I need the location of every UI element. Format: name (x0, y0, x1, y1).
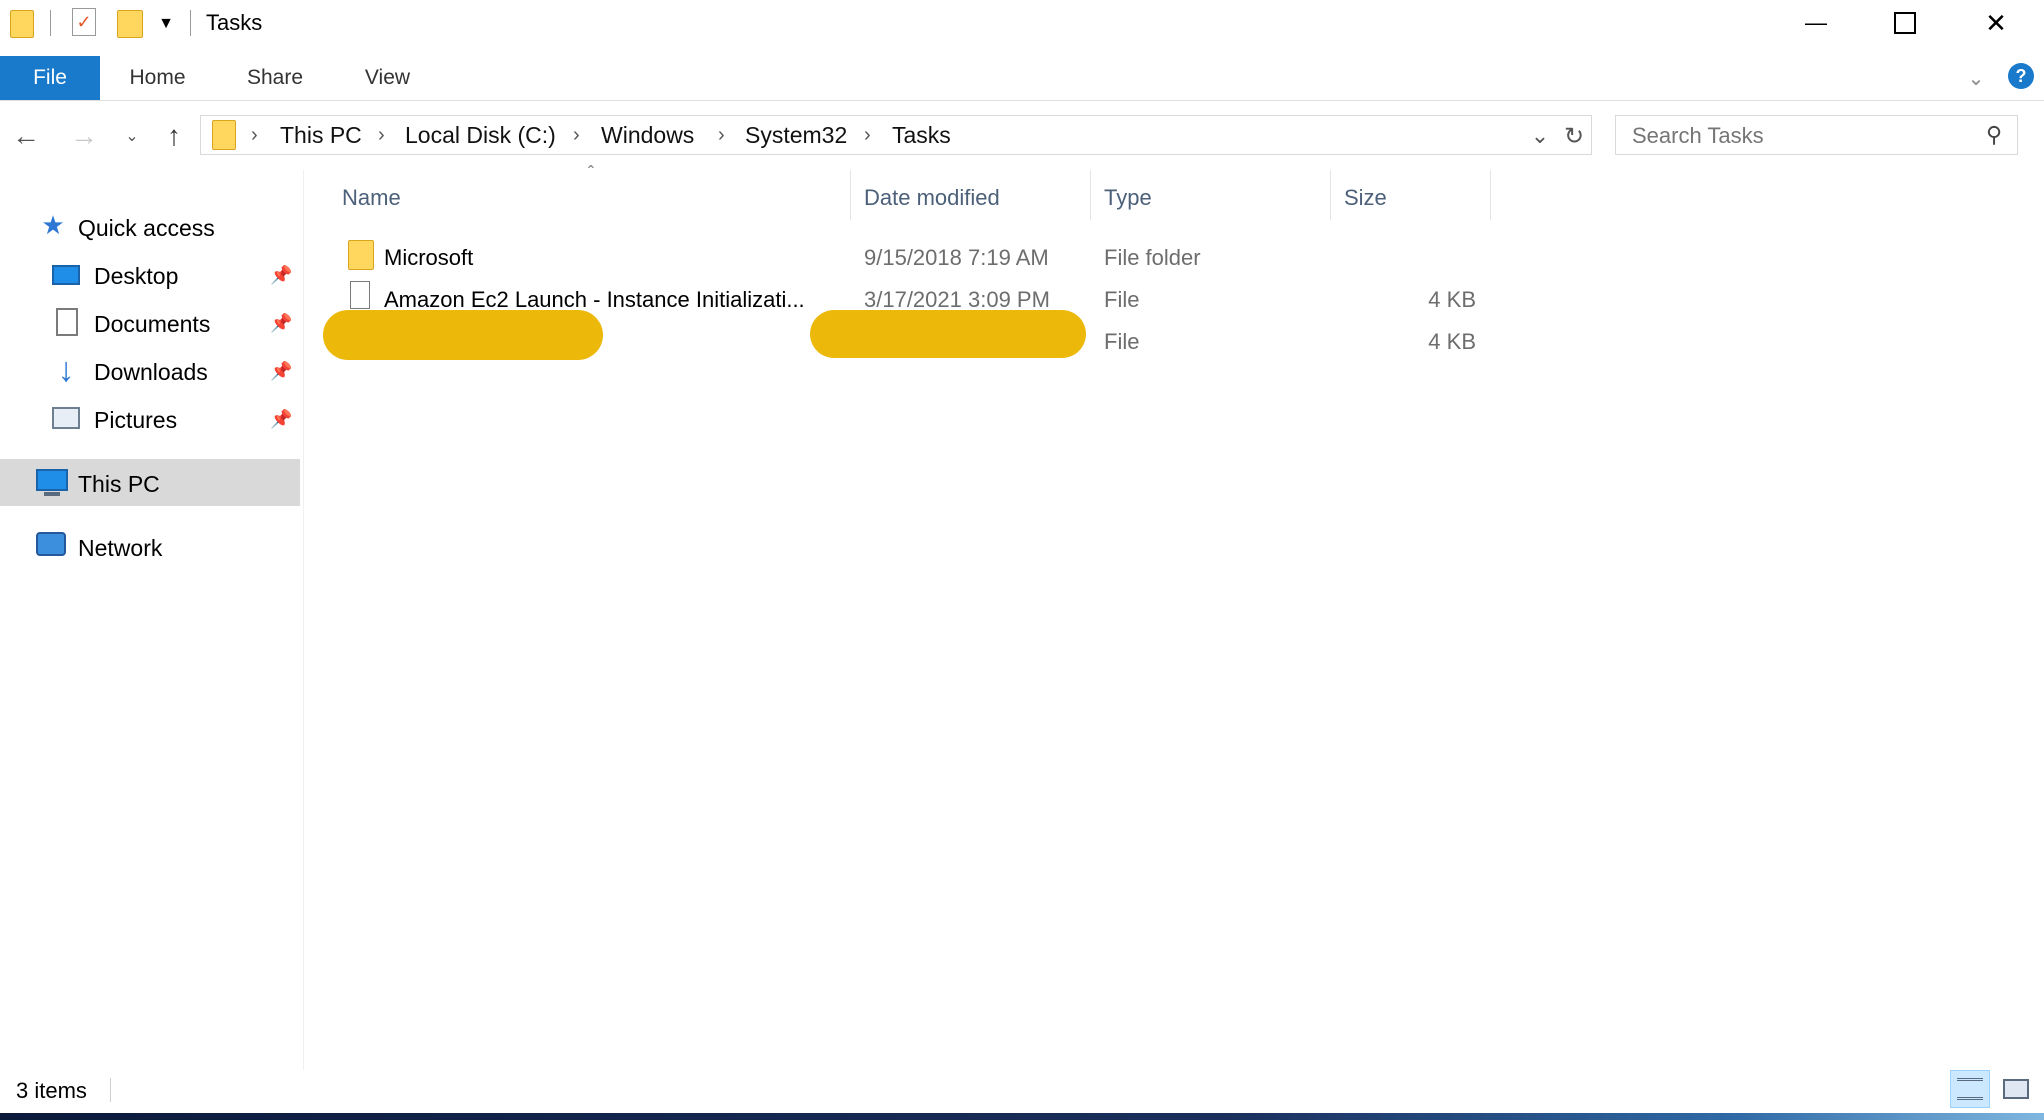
divider (50, 10, 51, 36)
breadcrumb-system32[interactable]: System32 (745, 122, 847, 149)
forward-button[interactable]: → (66, 118, 102, 154)
file-date: 9/15/2018 7:19 AM (864, 245, 1049, 270)
breadcrumb-tasks[interactable]: Tasks (892, 122, 951, 149)
refresh-icon[interactable]: ↻ (1558, 118, 1590, 154)
new-folder-icon[interactable] (117, 10, 143, 38)
search-box[interactable]: ⚲ (1615, 115, 2018, 155)
column-separator[interactable] (850, 170, 851, 220)
breadcrumb-windows[interactable]: Windows (601, 122, 694, 149)
title-bar: ✓ ▼ Tasks — ✕ (0, 0, 2044, 46)
redaction-mark (323, 310, 603, 360)
breadcrumb-local-disk[interactable]: Local Disk (C:) (405, 122, 556, 149)
help-icon[interactable]: ? (2008, 63, 2034, 89)
column-separator[interactable] (1090, 170, 1091, 220)
address-dropdown-icon[interactable]: ⌄ (1524, 118, 1556, 154)
tab-share[interactable]: Share (230, 56, 320, 100)
file-type: File (1104, 287, 1140, 312)
divider (110, 1078, 111, 1102)
quick-access-star-icon: ★ (41, 209, 65, 240)
up-button[interactable]: ↑ (158, 118, 190, 154)
chevron-right-icon[interactable]: › (573, 124, 580, 147)
search-icon[interactable]: ⚲ (1979, 120, 2009, 150)
nav-this-pc[interactable]: This PC (0, 459, 300, 506)
maximize-icon (1894, 12, 1916, 34)
file-type: File (1104, 329, 1140, 354)
details-view-icon (1957, 1078, 1983, 1100)
column-separator[interactable] (1490, 170, 1491, 220)
properties-icon[interactable]: ✓ (72, 8, 96, 36)
file-name: Microsoft (384, 245, 474, 270)
column-header-size[interactable]: Size (1344, 185, 1387, 211)
file-icon (350, 281, 370, 309)
maximize-button[interactable] (1861, 0, 1949, 46)
folder-icon (348, 240, 374, 270)
pane-divider[interactable] (303, 170, 304, 1070)
sort-ascending-icon: ˆ (588, 162, 594, 183)
recent-locations-button[interactable]: ⌄ (120, 120, 144, 152)
file-type: File folder (1104, 245, 1201, 270)
tab-home[interactable]: Home (110, 56, 205, 100)
divider (190, 10, 191, 36)
back-button[interactable]: ← (8, 118, 44, 154)
documents-icon (56, 308, 78, 336)
close-button[interactable]: ✕ (1952, 0, 2040, 46)
column-header-type[interactable]: Type (1104, 185, 1152, 211)
nav-label-desktop: Desktop (94, 263, 179, 289)
column-header-name[interactable]: Name (342, 185, 401, 211)
location-folder-icon (212, 120, 236, 150)
file-size: 4 KB (1428, 329, 1476, 354)
expand-ribbon-icon[interactable]: ⌄ (1962, 64, 1990, 92)
nav-label-network: Network (78, 535, 163, 561)
large-icons-view-button[interactable] (1996, 1070, 2036, 1108)
nav-label-pictures: Pictures (94, 407, 178, 433)
nav-label-documents: Documents (94, 311, 211, 337)
nav-documents[interactable]: Documents 📌 (0, 300, 300, 346)
nav-network[interactable]: Network (0, 524, 300, 570)
nav-quick-access[interactable]: ★ Quick access (0, 204, 300, 250)
pin-icon[interactable]: 📌 (270, 361, 292, 382)
nav-downloads[interactable]: ↓ Downloads 📌 (0, 348, 300, 394)
details-view-button[interactable] (1950, 1070, 1990, 1108)
item-count: 3 items (16, 1078, 87, 1103)
nav-pictures[interactable]: Pictures 📌 (0, 396, 300, 442)
chevron-right-icon[interactable]: › (718, 124, 725, 147)
file-size: 4 KB (1428, 287, 1476, 312)
pin-icon[interactable]: 📌 (270, 313, 292, 334)
large-icons-view-icon (2003, 1079, 2029, 1099)
tab-file[interactable]: File (0, 56, 100, 100)
column-header-date[interactable]: Date modified (864, 185, 1000, 211)
window-title: Tasks (206, 10, 263, 35)
pictures-icon (52, 407, 80, 429)
tab-view[interactable]: View (345, 56, 430, 100)
taskbar-edge (0, 1113, 2044, 1120)
pin-icon[interactable]: 📌 (270, 265, 292, 286)
this-pc-stand (44, 492, 60, 496)
pin-icon[interactable]: 📌 (270, 409, 292, 430)
downloads-icon: ↓ (57, 350, 75, 389)
customize-quick-access-icon[interactable]: ▼ (156, 12, 176, 36)
chevron-right-icon[interactable]: › (864, 124, 871, 147)
nav-desktop[interactable]: Desktop 📌 (0, 252, 300, 298)
nav-label-downloads: Downloads (94, 359, 208, 385)
network-icon (36, 532, 66, 556)
desktop-icon (52, 265, 80, 285)
search-input[interactable] (1630, 120, 1964, 152)
minimize-button[interactable]: — (1772, 0, 1860, 46)
chevron-right-icon[interactable]: › (251, 124, 258, 147)
nav-label-quick-access: Quick access (78, 215, 215, 241)
folder-icon (10, 10, 34, 38)
this-pc-icon (36, 469, 68, 491)
redaction-mark (810, 310, 1086, 358)
chevron-right-icon[interactable]: › (378, 124, 385, 147)
file-row[interactable]: Microsoft 9/15/2018 7:19 AM File folder (330, 234, 1490, 274)
column-separator[interactable] (1330, 170, 1331, 220)
nav-label-this-pc: This PC (78, 471, 160, 497)
breadcrumb-this-pc[interactable]: This PC (280, 122, 362, 149)
